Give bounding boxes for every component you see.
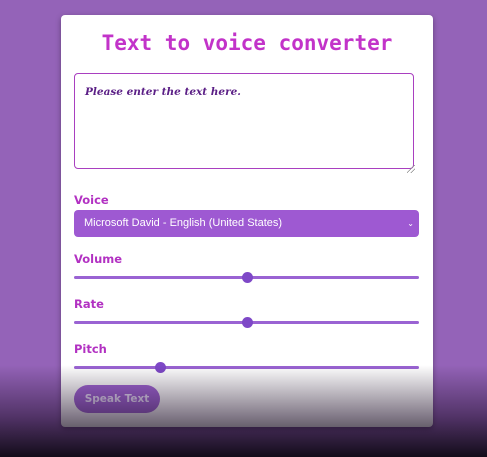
voice-select[interactable]: Microsoft David - English (United States… bbox=[74, 210, 419, 237]
rate-slider[interactable] bbox=[74, 316, 419, 328]
text-input[interactable] bbox=[74, 73, 414, 169]
chevron-down-icon: ⌄ bbox=[407, 219, 414, 228]
rate-label: Rate bbox=[74, 297, 104, 311]
speak-text-button[interactable]: Speak Text bbox=[74, 385, 160, 413]
volume-slider-thumb[interactable] bbox=[241, 272, 253, 283]
volume-slider[interactable] bbox=[74, 271, 419, 283]
pitch-slider-thumb[interactable] bbox=[155, 362, 167, 373]
rate-slider-thumb[interactable] bbox=[241, 317, 253, 328]
voice-selected-value: Microsoft David - English (United States… bbox=[84, 217, 283, 229]
pitch-slider-track[interactable] bbox=[74, 366, 419, 369]
voice-label: Voice bbox=[74, 193, 109, 207]
resize-handle-icon[interactable] bbox=[407, 165, 415, 173]
page-title: Text to voice converter bbox=[101, 31, 393, 55]
pitch-slider[interactable] bbox=[74, 361, 419, 373]
volume-label: Volume bbox=[74, 252, 123, 266]
converter-card: Text to voice converter Voice Microsoft … bbox=[61, 15, 433, 427]
pitch-label: Pitch bbox=[74, 342, 107, 356]
